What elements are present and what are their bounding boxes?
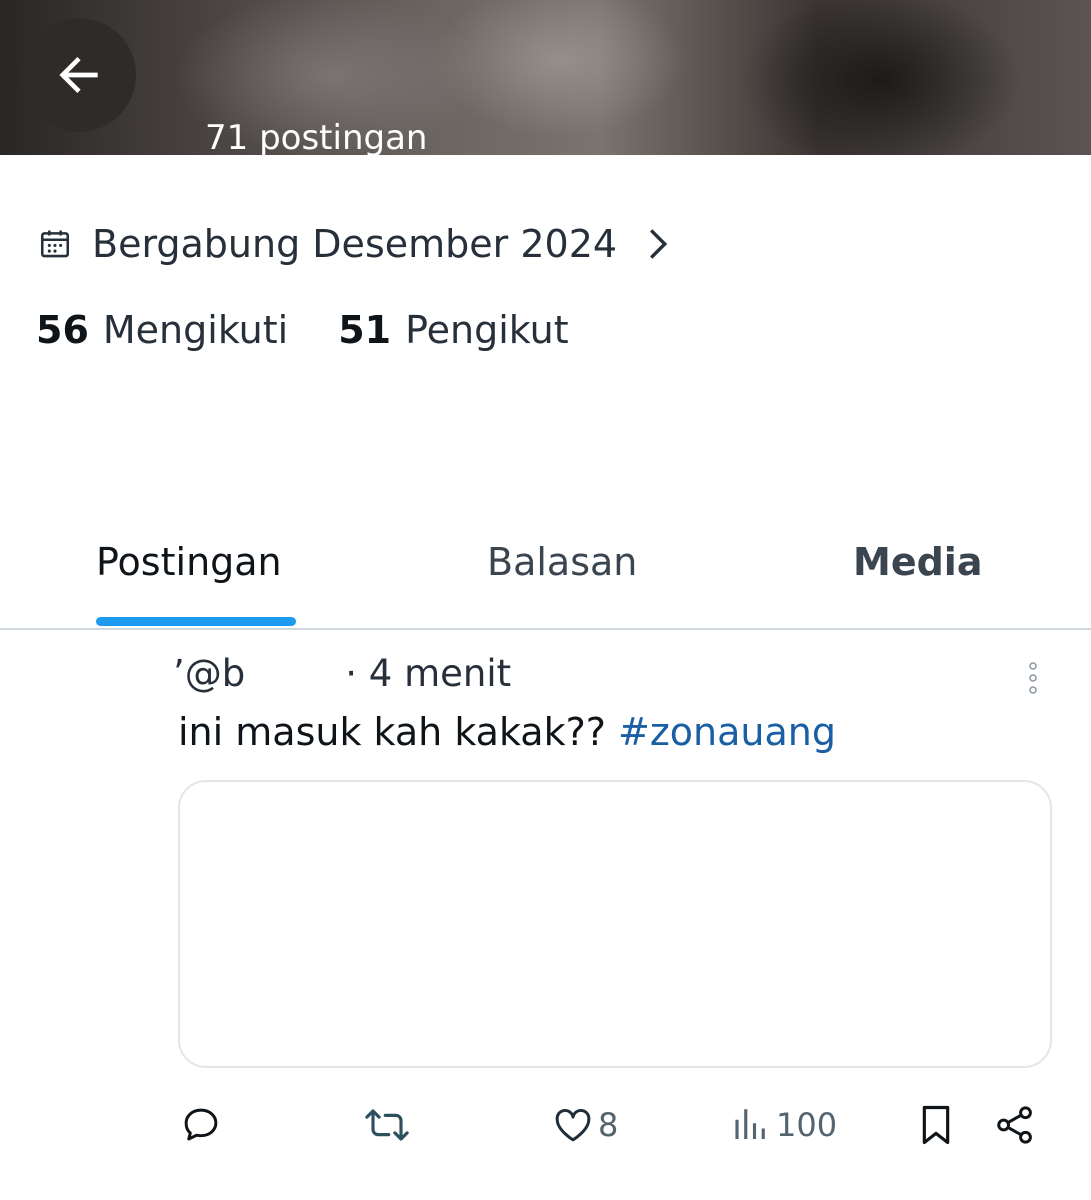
- more-vertical-icon[interactable]: [1026, 660, 1040, 700]
- views-count: 100: [776, 1106, 838, 1144]
- like-count: 8: [598, 1106, 619, 1144]
- tweet-text: ini masuk kah kakak?? #zonauang: [178, 710, 836, 754]
- back-button[interactable]: [22, 18, 136, 132]
- chevron-right-icon: [650, 229, 668, 259]
- following-link[interactable]: 56 Mengikuti: [36, 308, 288, 352]
- tweet-header: ʼ@b · 4 menit: [173, 652, 511, 695]
- profile-tabs: Postingan Balasan Media: [0, 520, 1091, 630]
- retweet-button[interactable]: [364, 1100, 410, 1150]
- like-button[interactable]: 8: [552, 1100, 618, 1150]
- tweet-handle[interactable]: ʼ@b: [173, 652, 245, 695]
- reply-icon: [184, 1108, 218, 1141]
- views-button[interactable]: 100: [730, 1100, 837, 1150]
- tab-postingan[interactable]: Postingan: [96, 540, 282, 584]
- retweet-icon: [365, 1109, 409, 1141]
- reply-button[interactable]: [180, 1100, 222, 1150]
- bookmark-icon: [922, 1105, 950, 1145]
- joined-date-row[interactable]: Bergabung Desember 2024: [38, 218, 669, 270]
- share-icon: [997, 1106, 1032, 1144]
- follow-stats: 56 Mengikuti 51 Pengikut: [36, 308, 569, 352]
- followers-link[interactable]: 51 Pengikut: [338, 308, 568, 352]
- tweet-media[interactable]: [178, 780, 1052, 1068]
- tweet-time[interactable]: · 4 menit: [345, 652, 511, 695]
- views-icon: [735, 1109, 765, 1139]
- following-label: Mengikuti: [102, 308, 289, 352]
- following-count: 56: [36, 308, 89, 352]
- bookmark-button[interactable]: [916, 1100, 956, 1150]
- share-button[interactable]: [994, 1100, 1036, 1150]
- tab-balasan[interactable]: Balasan: [487, 540, 637, 584]
- joined-date: Bergabung Desember 2024: [92, 222, 618, 266]
- tab-media[interactable]: Media: [853, 540, 982, 584]
- hashtag-link[interactable]: #zonauang: [618, 710, 836, 754]
- followers-count: 51: [338, 308, 392, 352]
- followers-label: Pengikut: [405, 308, 569, 352]
- back-arrow-icon: [59, 57, 98, 93]
- tweet-body: ini masuk kah kakak??: [178, 710, 619, 754]
- active-tab-indicator: [96, 617, 296, 626]
- calendar-icon: [40, 230, 70, 258]
- heart-icon: [555, 1108, 591, 1142]
- posts-count: 71 postingan: [205, 118, 428, 155]
- profile-banner: 71 postingan: [0, 0, 1091, 155]
